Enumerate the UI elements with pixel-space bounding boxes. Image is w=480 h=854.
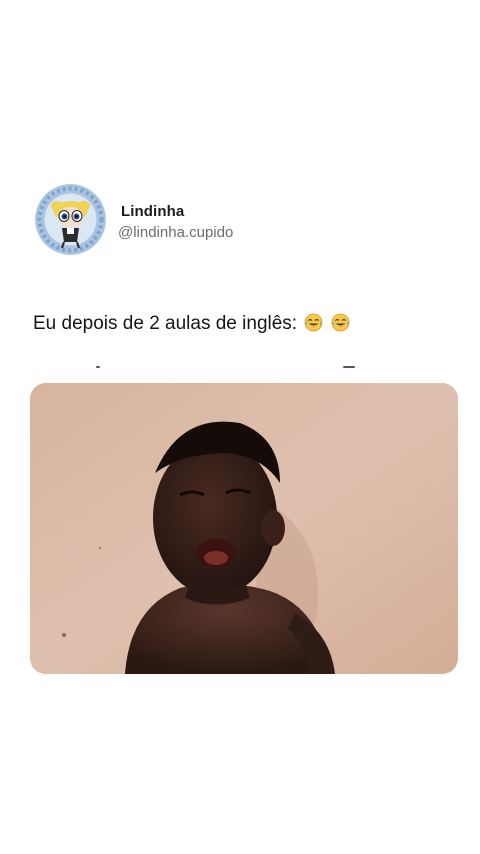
- avatar[interactable]: [35, 184, 106, 255]
- author-handle[interactable]: @lindinha.cupido: [118, 224, 233, 241]
- artifact-speck: [343, 366, 355, 368]
- artifact-speck: [96, 366, 100, 368]
- post-video[interactable]: [30, 383, 458, 674]
- post-header: Lindinha @lindinha.cupido: [35, 184, 435, 256]
- post-text-content: Eu depois de 2 aulas de inglês:: [33, 313, 298, 334]
- face-with-tears-of-joy-icon: [331, 313, 350, 332]
- face-with-tears-of-joy-icon: [304, 313, 323, 332]
- post-card: Lindinha @lindinha.cupido Eu depois de 2…: [0, 0, 480, 854]
- author-name[interactable]: Lindinha: [121, 203, 184, 220]
- post-text: Eu depois de 2 aulas de inglês:: [33, 313, 350, 335]
- video-frame-image: [30, 383, 458, 674]
- powerpuff-avatar-icon: [35, 184, 106, 255]
